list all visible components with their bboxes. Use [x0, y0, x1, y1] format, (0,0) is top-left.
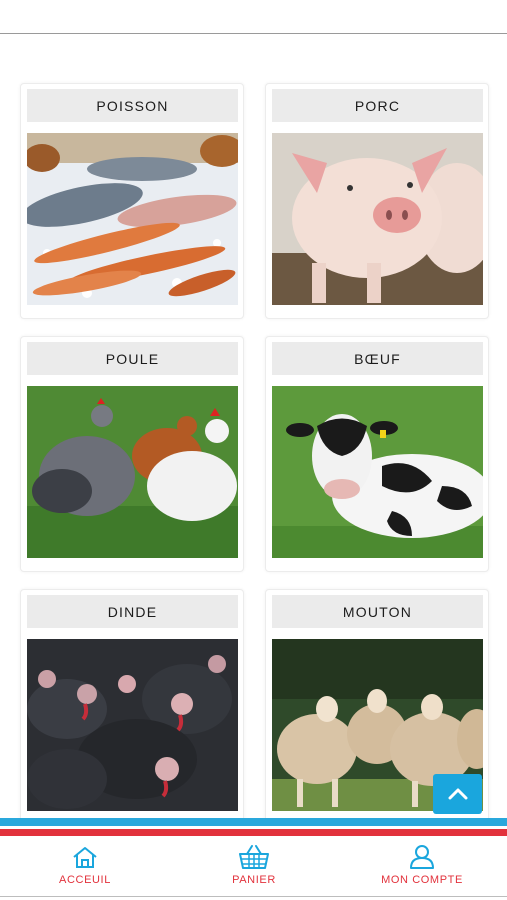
basket-icon	[239, 845, 269, 869]
category-label: DINDE	[27, 595, 238, 628]
category-card-porc[interactable]: PORC	[265, 83, 489, 319]
nav-label: MON COMPTE	[381, 874, 463, 886]
category-card-dinde[interactable]: DINDE	[20, 589, 244, 825]
category-card-poisson[interactable]: POISSON	[20, 83, 244, 319]
scroll-to-top-button[interactable]	[433, 774, 482, 814]
category-card-boeuf[interactable]: BŒUF	[265, 336, 489, 572]
cow-photo[interactable]	[272, 386, 483, 558]
turkeys-photo[interactable]	[27, 639, 238, 811]
hens-photo[interactable]	[27, 386, 238, 558]
nav-item-acceuil[interactable]: ACCEUIL	[44, 836, 126, 894]
header-divider	[0, 33, 507, 34]
nav-label: ACCEUIL	[59, 874, 111, 886]
category-label: POULE	[27, 342, 238, 375]
footer-stripe-red	[0, 829, 507, 836]
footer-divider	[0, 896, 507, 897]
nav-item-panier[interactable]: PANIER	[214, 836, 294, 894]
chevron-up-icon	[448, 788, 467, 800]
user-icon	[410, 845, 434, 869]
nav-item-mon-compte[interactable]: MON COMPTE	[370, 836, 474, 894]
category-label: POISSON	[27, 89, 238, 122]
category-label: PORC	[272, 89, 483, 122]
category-label: BŒUF	[272, 342, 483, 375]
bottom-navigation: ACCEUIL PANIER MON COMPTE	[0, 836, 507, 896]
nav-label: PANIER	[232, 874, 276, 886]
category-label: MOUTON	[272, 595, 483, 628]
home-icon	[73, 847, 97, 868]
pig-photo[interactable]	[272, 133, 483, 305]
fish-on-ice-photo[interactable]	[27, 133, 238, 305]
footer-stripe-blue	[0, 818, 507, 826]
category-card-poule[interactable]: POULE	[20, 336, 244, 572]
